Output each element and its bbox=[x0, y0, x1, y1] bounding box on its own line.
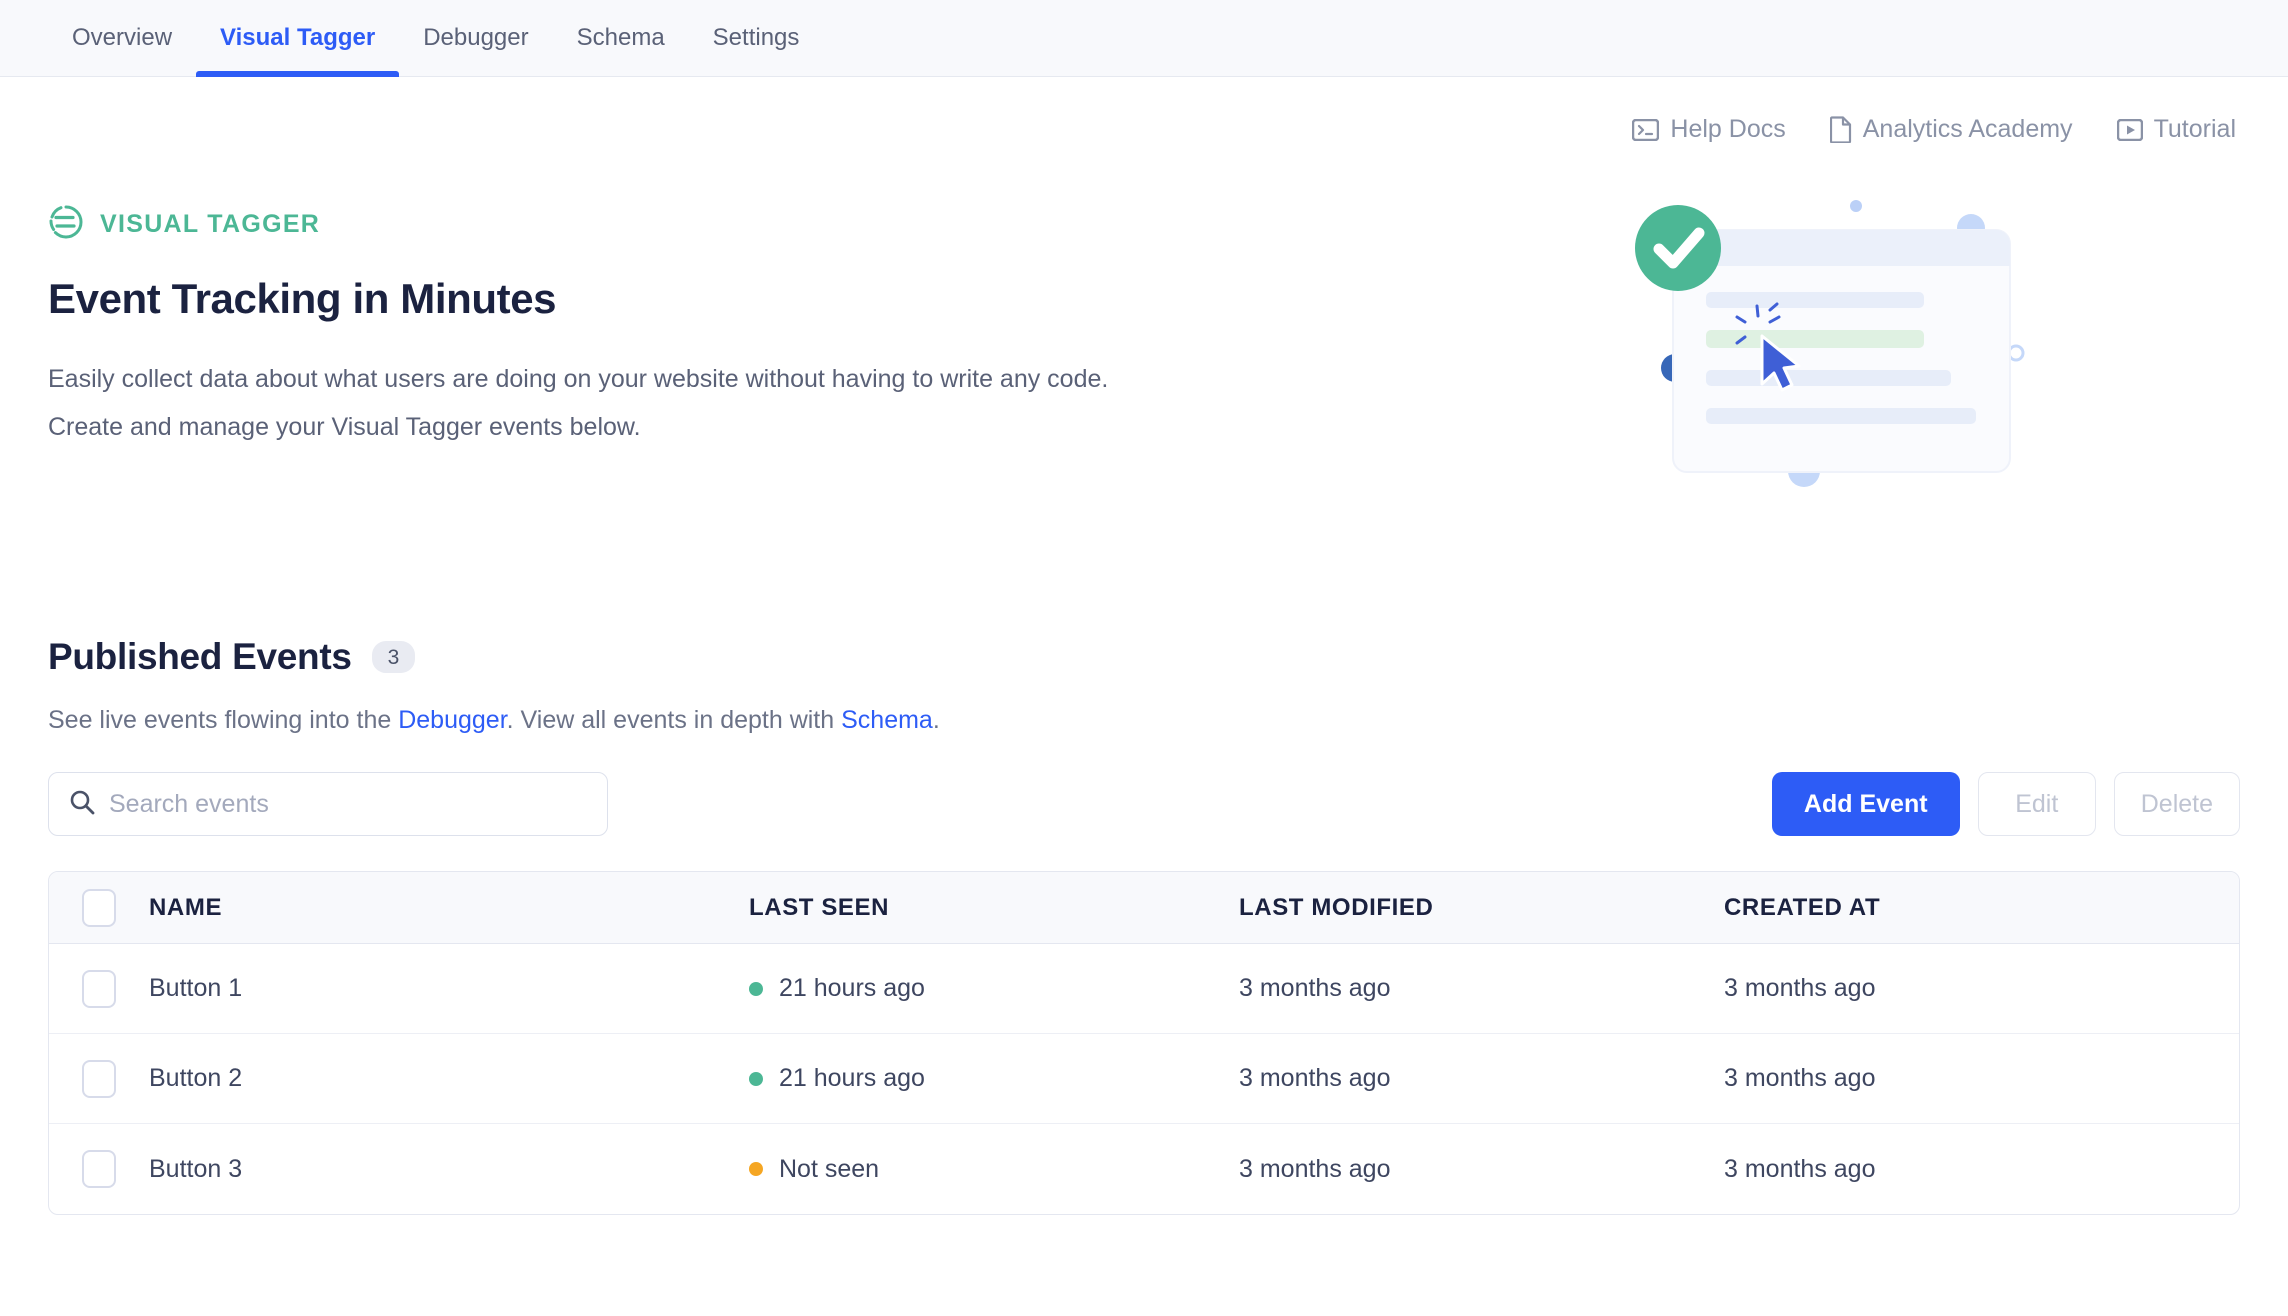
add-event-button[interactable]: Add Event bbox=[1772, 772, 1960, 836]
section-title: Published Events bbox=[48, 636, 352, 678]
edit-button[interactable]: Edit bbox=[1978, 772, 2096, 836]
events-toolbar: Add Event Edit Delete bbox=[48, 772, 2240, 836]
document-icon bbox=[1830, 116, 1852, 143]
tab-label: Visual Tagger bbox=[220, 24, 375, 52]
cell-created-at: 3 months ago bbox=[1724, 1155, 2239, 1184]
last-seen-text: 21 hours ago bbox=[779, 974, 925, 1003]
table-row[interactable]: Button 2 21 hours ago 3 months ago 3 mon… bbox=[49, 1034, 2239, 1124]
events-count-badge: 3 bbox=[372, 641, 416, 673]
tab-visual-tagger[interactable]: Visual Tagger bbox=[196, 0, 399, 76]
published-events-section: Published Events 3 See live events flowi… bbox=[0, 636, 2288, 1215]
hero-section: VISUAL TAGGER Event Tracking in Minutes … bbox=[0, 144, 2288, 488]
brand-label: VISUAL TAGGER bbox=[100, 210, 320, 239]
subtitle-text-mid: . View all events in depth with bbox=[507, 706, 841, 734]
cell-created-at: 3 months ago bbox=[1724, 974, 2239, 1003]
row-select-cell bbox=[49, 1150, 149, 1188]
events-table: NAME LAST SEEN LAST MODIFIED CREATED AT … bbox=[48, 871, 2240, 1215]
status-dot-icon bbox=[749, 1072, 763, 1086]
tab-label: Debugger bbox=[423, 24, 528, 52]
section-header: Published Events 3 bbox=[48, 636, 2240, 678]
cell-last-modified: 3 months ago bbox=[1239, 1155, 1724, 1184]
play-icon bbox=[2117, 119, 2143, 141]
tab-overview[interactable]: Overview bbox=[48, 0, 196, 76]
visual-tagger-logo-icon bbox=[48, 204, 84, 245]
select-all-checkbox[interactable] bbox=[82, 889, 116, 927]
tab-debugger[interactable]: Debugger bbox=[399, 0, 552, 76]
last-seen-text: 21 hours ago bbox=[779, 1064, 925, 1093]
primary-tab-bar: Overview Visual Tagger Debugger Schema S… bbox=[0, 0, 2288, 77]
tab-settings[interactable]: Settings bbox=[689, 0, 824, 76]
hero-description-line-2: Create and manage your Visual Tagger eve… bbox=[48, 403, 1108, 451]
subtitle-text-post: . bbox=[933, 706, 940, 734]
table-row[interactable]: Button 1 21 hours ago 3 months ago 3 mon… bbox=[49, 944, 2239, 1034]
analytics-academy-label: Analytics Academy bbox=[1863, 115, 2073, 144]
table-row[interactable]: Button 3 Not seen 3 months ago 3 months … bbox=[49, 1124, 2239, 1214]
select-all-cell bbox=[49, 889, 149, 927]
row-checkbox[interactable] bbox=[82, 1060, 116, 1098]
row-select-cell bbox=[49, 1060, 149, 1098]
subtitle-text-pre: See live events flowing into the bbox=[48, 706, 398, 734]
row-select-cell bbox=[49, 970, 149, 1008]
debugger-link[interactable]: Debugger bbox=[398, 706, 506, 734]
hero-description-line-1: Easily collect data about what users are… bbox=[48, 355, 1108, 403]
tutorial-link[interactable]: Tutorial bbox=[2117, 115, 2236, 144]
schema-link[interactable]: Schema bbox=[841, 706, 933, 734]
brand-row: VISUAL TAGGER bbox=[48, 204, 1108, 245]
section-subtitle: See live events flowing into the Debugge… bbox=[48, 706, 2240, 735]
search-icon bbox=[69, 789, 95, 820]
cell-last-seen: 21 hours ago bbox=[749, 1064, 1239, 1093]
search-events-box[interactable] bbox=[48, 772, 608, 836]
column-header-name: NAME bbox=[149, 894, 749, 922]
tab-label: Overview bbox=[72, 24, 172, 52]
row-checkbox[interactable] bbox=[82, 1150, 116, 1188]
terminal-icon bbox=[1632, 119, 1659, 141]
cell-name: Button 2 bbox=[149, 1064, 749, 1093]
cell-last-seen: 21 hours ago bbox=[749, 974, 1239, 1003]
column-header-created-at: CREATED AT bbox=[1724, 894, 2239, 922]
last-seen-text: Not seen bbox=[779, 1155, 879, 1184]
cell-last-seen: Not seen bbox=[749, 1155, 1239, 1184]
tutorial-label: Tutorial bbox=[2154, 115, 2236, 144]
hero-illustration bbox=[1618, 188, 2038, 488]
column-header-last-seen: LAST SEEN bbox=[749, 894, 1239, 922]
status-dot-icon bbox=[749, 982, 763, 996]
hero-text-block: VISUAL TAGGER Event Tracking in Minutes … bbox=[48, 178, 1108, 451]
tab-label: Settings bbox=[713, 24, 800, 52]
search-input[interactable] bbox=[109, 790, 587, 819]
status-dot-icon bbox=[749, 1162, 763, 1176]
page-title: Event Tracking in Minutes bbox=[48, 275, 1108, 323]
cell-name: Button 3 bbox=[149, 1155, 749, 1184]
column-header-last-modified: LAST MODIFIED bbox=[1239, 894, 1724, 922]
tab-schema[interactable]: Schema bbox=[553, 0, 689, 76]
cell-created-at: 3 months ago bbox=[1724, 1064, 2239, 1093]
delete-button[interactable]: Delete bbox=[2114, 772, 2240, 836]
analytics-academy-link[interactable]: Analytics Academy bbox=[1830, 115, 2073, 144]
cell-name: Button 1 bbox=[149, 974, 749, 1003]
help-docs-label: Help Docs bbox=[1670, 115, 1785, 144]
table-header-row: NAME LAST SEEN LAST MODIFIED CREATED AT bbox=[49, 872, 2239, 944]
tab-label: Schema bbox=[577, 24, 665, 52]
action-buttons: Add Event Edit Delete bbox=[1772, 772, 2240, 836]
row-checkbox[interactable] bbox=[82, 970, 116, 1008]
help-docs-link[interactable]: Help Docs bbox=[1632, 115, 1785, 144]
cell-last-modified: 3 months ago bbox=[1239, 1064, 1724, 1093]
cell-last-modified: 3 months ago bbox=[1239, 974, 1724, 1003]
help-links-row: Help Docs Analytics Academy Tutorial bbox=[0, 77, 2288, 144]
